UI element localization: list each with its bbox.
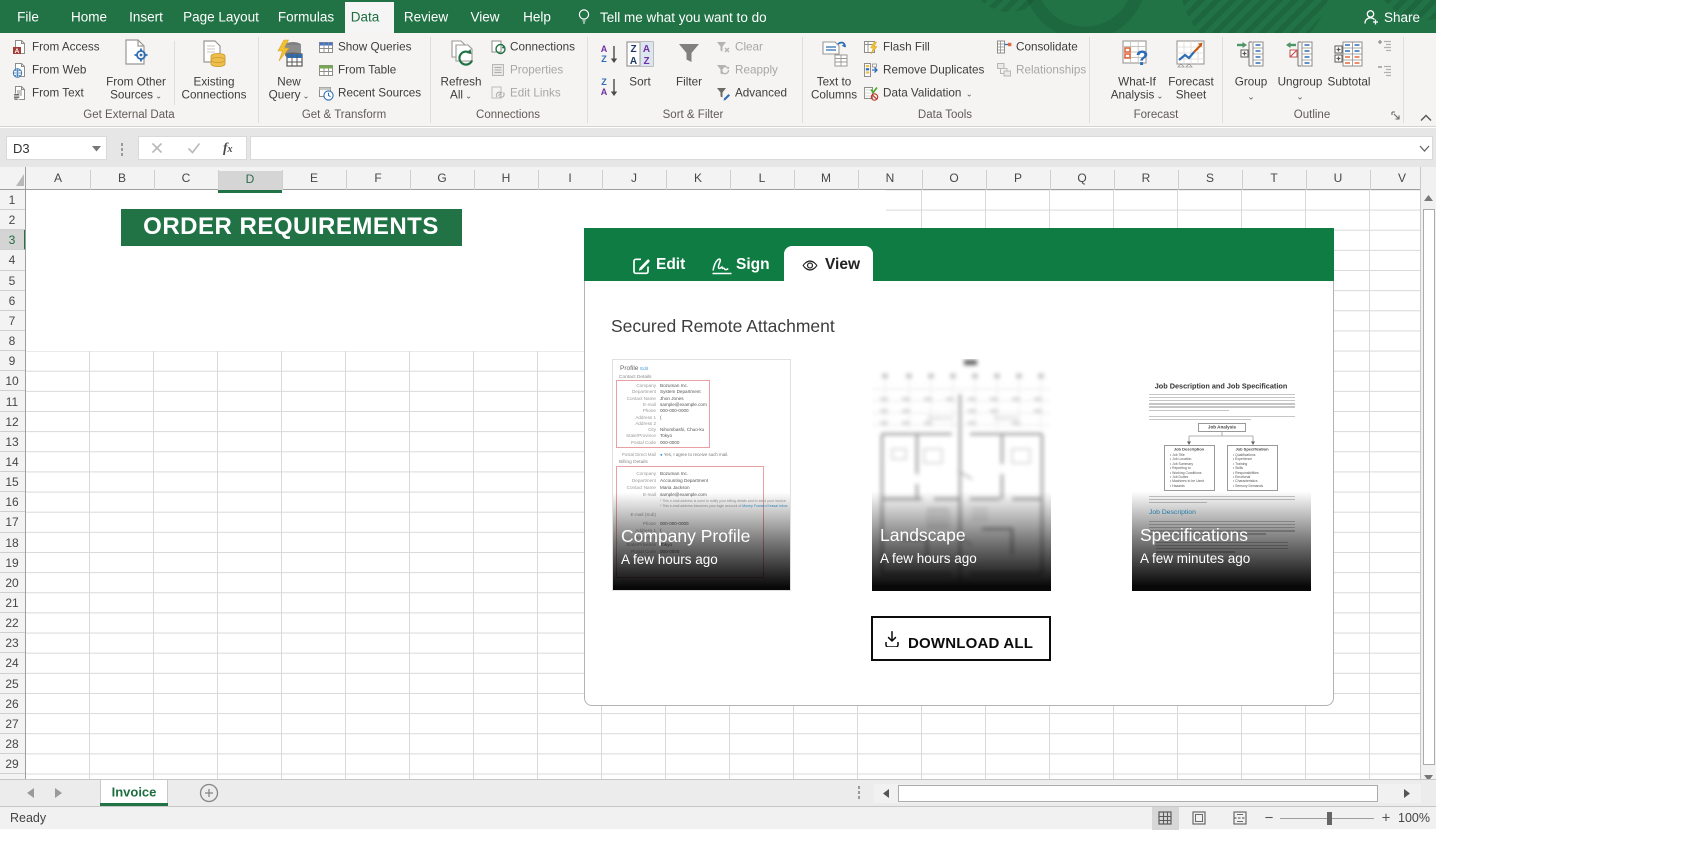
svg-text:A: A — [643, 44, 650, 55]
svg-text:Z: Z — [643, 56, 649, 67]
svg-text:A: A — [15, 48, 20, 55]
svg-text:A: A — [601, 44, 608, 54]
svg-text:A: A — [630, 56, 637, 67]
svg-text:A: A — [601, 87, 608, 97]
svg-text:Z: Z — [630, 44, 636, 55]
svg-text:Z: Z — [601, 54, 607, 64]
svg-text:?: ? — [1136, 47, 1149, 70]
svg-text:Z: Z — [601, 77, 607, 87]
